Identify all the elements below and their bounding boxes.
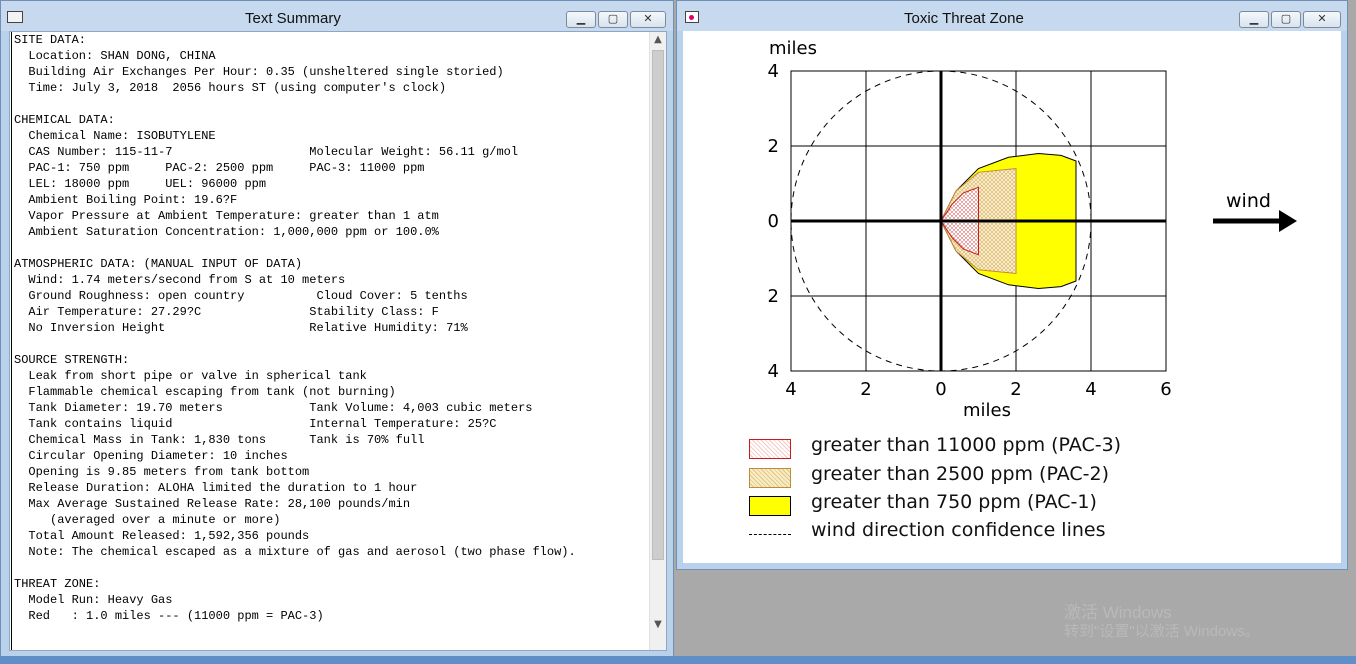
summary-line (14, 96, 649, 112)
summary-line: Ambient Saturation Concentration: 1,000,… (14, 225, 439, 239)
summary-line (14, 336, 649, 352)
y-tick-label: 2 (768, 136, 779, 157)
y-tick-label: 4 (768, 61, 779, 82)
minimize-button[interactable]: ▁ (1239, 11, 1269, 28)
legend-swatch-pac3 (749, 439, 791, 459)
summary-line: Air Temperature: 27.29?C Stability Class… (14, 305, 439, 319)
x-tick-label: 2 (860, 379, 871, 400)
summary-line: CAS Number: 115-11-7 Molecular Weight: 5… (14, 145, 519, 159)
summary-line: Red : 1.0 miles --- (11000 ppm = PAC-3) (14, 609, 324, 623)
summary-line: Circular Opening Diameter: 10 inches (14, 449, 288, 463)
summary-line: Note: The chemical escaped as a mixture … (14, 545, 576, 559)
summary-line: Ground Roughness: open country Cloud Cov… (14, 289, 468, 303)
summary-line: ATMOSPHERIC DATA: (MANUAL INPUT OF DATA) (14, 257, 303, 271)
x-tick-label: 4 (1085, 379, 1096, 400)
threat-zone-title: Toxic Threat Zone (904, 10, 1024, 27)
scroll-up-icon[interactable]: ▲ (650, 32, 666, 48)
summary-line: (averaged over a minute or more) (14, 513, 281, 527)
summary-line: Leak from short pipe or valve in spheric… (14, 369, 367, 383)
summary-line: Vapor Pressure at Ambient Temperature: g… (14, 209, 439, 223)
close-button[interactable]: ✕ (630, 11, 666, 28)
legend-swatch-dashed (749, 534, 791, 535)
threat-zone-chart: 420244 2 0 2 4 6 miles miles wind (768, 38, 1297, 421)
summary-line: Tank Diameter: 19.70 meters Tank Volume:… (14, 401, 533, 415)
legend-label-confidence: wind direction confidence lines (811, 519, 1106, 541)
x-axis-unit-label: miles (963, 400, 1011, 421)
summary-line: SITE DATA: (14, 33, 87, 47)
threat-zone-app-icon (685, 11, 699, 23)
summary-line: Ambient Boiling Point: 19.6?F (14, 193, 238, 207)
summary-line: Time: July 3, 2018 2056 hours ST (using … (14, 81, 447, 95)
summary-line: Building Air Exchanges Per Hour: 0.35 (u… (14, 65, 504, 79)
summary-line: Chemical Name: ISOBUTYLENE (14, 129, 216, 143)
y-axis-unit-label: miles (769, 38, 817, 59)
chart-axes (791, 71, 1166, 371)
x-tick-label: 6 (1160, 379, 1171, 400)
y-tick-label: 4 (768, 361, 779, 382)
legend-label-pac1: greater than 750 ppm (PAC-1) (811, 491, 1097, 513)
x-tick-label: 0 (935, 379, 946, 400)
summary-line: Flammable chemical escaping from tank (n… (14, 385, 396, 399)
summary-line: No Inversion Height Relative Humidity: 7… (14, 321, 468, 335)
legend-swatch-pac1 (749, 496, 791, 516)
summary-line: LEL: 18000 ppm UEL: 96000 ppm (14, 177, 267, 191)
summary-line: Location: SHAN DONG, CHINA (14, 49, 216, 63)
summary-line: CHEMICAL DATA: (14, 113, 115, 127)
legend-swatch-pac2 (749, 468, 791, 488)
legend-label-pac2: greater than 2500 ppm (PAC-2) (811, 463, 1109, 485)
x-tick-label: 4 (785, 379, 796, 400)
wind-arrow-icon (1213, 210, 1297, 232)
close-button[interactable]: ✕ (1303, 11, 1341, 28)
maximize-button[interactable]: ▢ (598, 11, 628, 28)
minimize-button[interactable]: ▁ (566, 11, 596, 28)
text-summary-content: SITE DATA: Location: SHAN DONG, CHINA Bu… (9, 31, 667, 651)
threat-zone-window: Toxic Threat Zone ▁ ▢ ✕ 4202442024 6 mil… (676, 0, 1348, 570)
threat-zone-plot-area: 42024420246 miles miles wind greater tha… (683, 31, 1341, 563)
vertical-scrollbar[interactable]: ▲ ▼ (649, 32, 666, 650)
summary-line: Model Run: Heavy Gas (14, 593, 173, 607)
taskbar-edge (0, 656, 1356, 664)
summary-line (14, 240, 649, 256)
summary-line: Max Average Sustained Release Rate: 28,1… (14, 497, 411, 511)
x-tick-label: 2 (1010, 379, 1021, 400)
summary-line: SOURCE STRENGTH: (14, 353, 130, 367)
legend-label-pac3: greater than 11000 ppm (PAC-3) (811, 434, 1122, 456)
text-summary-titlebar[interactable]: Text Summary ▁ ▢ ✕ (1, 1, 673, 31)
activation-watermark-subtitle: 转到"设置"以激活 Windows。 (1064, 623, 1260, 640)
summary-line (14, 560, 649, 576)
wind-label: wind (1226, 190, 1271, 212)
summary-line: Wind: 1.74 meters/second from S at 10 me… (14, 273, 346, 287)
text-document-icon (7, 11, 23, 23)
text-summary-title: Text Summary (245, 10, 341, 27)
text-summary-window: Text Summary ▁ ▢ ✕ SITE DATA: Location: … (0, 0, 674, 658)
summary-line: Opening is 9.85 meters from tank bottom (14, 465, 310, 479)
text-summary-body: SITE DATA: Location: SHAN DONG, CHINA Bu… (11, 32, 649, 650)
y-tick-label: 2 (768, 286, 779, 307)
summary-line: Tank contains liquid Internal Temperatur… (14, 417, 497, 431)
scroll-down-icon[interactable]: ▼ (650, 617, 666, 633)
maximize-button[interactable]: ▢ (1271, 11, 1301, 28)
summary-line: THREAT ZONE: (14, 577, 101, 591)
y-tick-label: 0 (768, 211, 779, 232)
summary-line: Chemical Mass in Tank: 1,830 tons Tank i… (14, 433, 425, 447)
scrollbar-thumb[interactable] (652, 50, 664, 560)
summary-line: PAC-1: 750 ppm PAC-2: 2500 ppm PAC-3: 11… (14, 161, 425, 175)
summary-line: Total Amount Released: 1,592,356 pounds (14, 529, 310, 543)
summary-line: Release Duration: ALOHA limited the dura… (14, 481, 418, 495)
threat-zone-titlebar[interactable]: Toxic Threat Zone ▁ ▢ ✕ (677, 1, 1347, 31)
